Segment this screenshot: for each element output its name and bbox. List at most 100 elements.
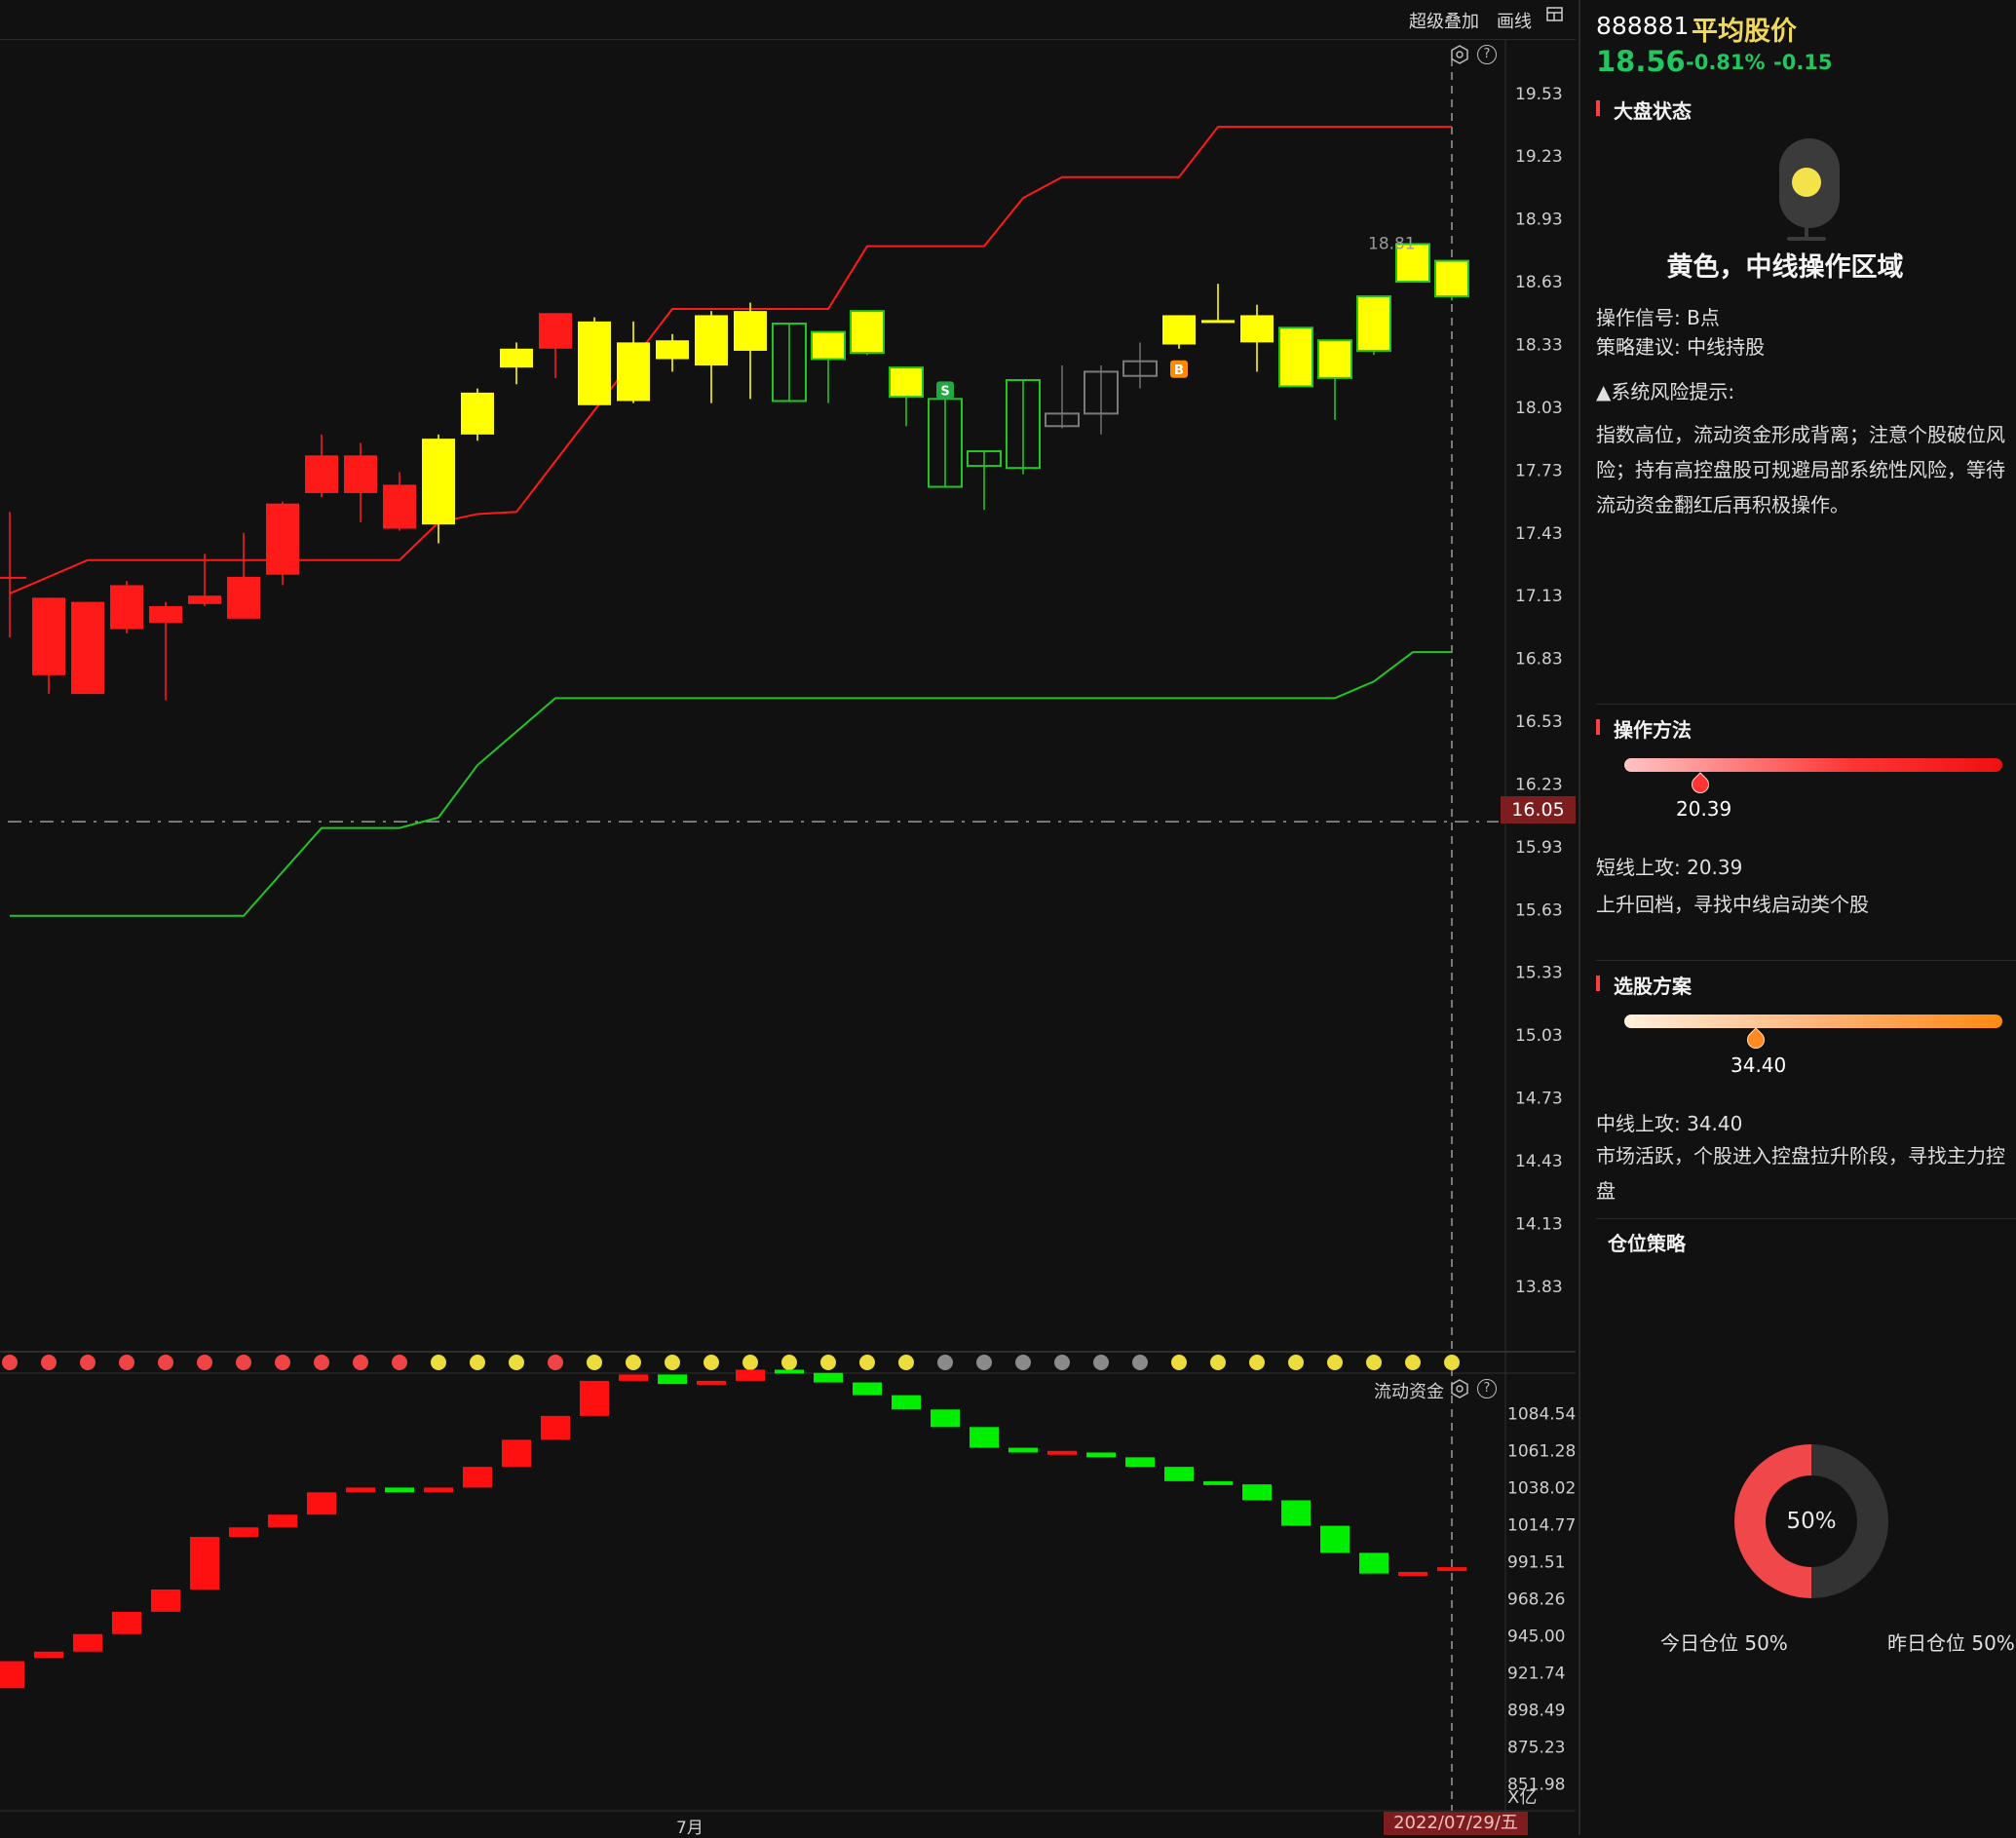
- signal-dot: [665, 1355, 680, 1370]
- price-tick-label: 17.43: [1515, 524, 1563, 544]
- candle-body: [71, 601, 104, 695]
- divider: [1596, 960, 2016, 961]
- signal-dot: [1132, 1355, 1148, 1370]
- candle-body: [656, 340, 689, 360]
- cursor-date-badge: 2022/07/29/五: [1384, 1812, 1528, 1835]
- flow-bar: [424, 1487, 453, 1493]
- yesterday-position: 昨日仓位 50%: [1887, 1631, 2015, 1655]
- risk-text: 指数高位，流动资金形成背离；注意个股破位风 险；持有高控盘股可规避局部系统性风险…: [1596, 417, 2016, 522]
- index-change: -0.15: [1773, 51, 1833, 74]
- candle-body: [383, 484, 416, 529]
- flow-tick-label: 1061.28: [1507, 1441, 1576, 1461]
- signal-dot: [704, 1355, 719, 1370]
- flow-bar: [853, 1382, 882, 1396]
- candle-body: [305, 455, 338, 493]
- flow-bar: [463, 1467, 492, 1488]
- flow-bar: [775, 1369, 804, 1374]
- selection-line: 市场活跃，个股进入控盘拉升阶段，寻找主力控: [1596, 1144, 2005, 1168]
- candle-body: [1162, 315, 1196, 345]
- signal-dot: [1288, 1355, 1304, 1370]
- flow-bar: [1437, 1567, 1466, 1572]
- overlay-button[interactable]: 超级叠加: [1409, 8, 1479, 33]
- signal-dot: [1366, 1355, 1382, 1370]
- flow-unit-label: X亿: [1507, 1787, 1537, 1808]
- method-advice: 上升回档，寻找中线启动类个股: [1596, 893, 1869, 916]
- selection-line: 盘: [1596, 1179, 1616, 1203]
- signal-dot: [587, 1355, 602, 1370]
- signal-dot: [859, 1355, 875, 1370]
- flow-bar: [1203, 1480, 1233, 1485]
- flow-bar: [736, 1369, 765, 1381]
- operation-signal: 操作信号: B点: [1596, 306, 1720, 329]
- support-line: [10, 651, 1452, 917]
- signal-dot: [1444, 1355, 1460, 1370]
- today-position: 今日仓位 50%: [1660, 1631, 1788, 1655]
- flow-tick-label: 1014.77: [1507, 1515, 1576, 1535]
- candle-body: [578, 321, 611, 405]
- price-tick-label: 18.63: [1515, 273, 1563, 292]
- price-tick-label: 16.23: [1515, 775, 1563, 794]
- price-tick-label: 16.53: [1515, 712, 1563, 732]
- signal-dot: [781, 1355, 797, 1370]
- buy-signal-label: B: [1174, 364, 1184, 378]
- method-title-text: 操作方法: [1614, 718, 1692, 742]
- candle-body: [110, 585, 143, 630]
- market-status: 黄色，中线操作区域: [1666, 252, 1904, 283]
- signal-dot: [392, 1355, 407, 1370]
- flow-bar: [190, 1537, 219, 1589]
- gauge-value: 20.39: [1676, 797, 1732, 821]
- short-term-gauge: [1624, 758, 2002, 772]
- price-tick-label: 15.93: [1515, 838, 1563, 858]
- gauge-pointer-icon: [1688, 772, 1713, 797]
- candle-body: [266, 503, 299, 575]
- flow-tick-label: 1038.02: [1507, 1478, 1576, 1498]
- signal-lamp-light: [1792, 168, 1821, 197]
- candle-body: [227, 576, 260, 619]
- risk-line: 险；持有高控盘股可规避局部系统性风险，等待: [1596, 458, 2005, 481]
- market-state-title-text: 大盘状态: [1614, 99, 1692, 123]
- flow-bar: [34, 1651, 63, 1659]
- flow-bar: [502, 1439, 531, 1468]
- section-marker: [1596, 100, 1600, 116]
- signal-dot: [626, 1355, 641, 1370]
- candle-body: [1356, 295, 1391, 352]
- flow-bar: [112, 1611, 141, 1634]
- mid-term-gauge: [1624, 1015, 2002, 1028]
- signal-dot: [1405, 1355, 1421, 1370]
- signal-dot: [431, 1355, 446, 1370]
- signal-dot: [275, 1355, 290, 1370]
- price-tick-label: 14.13: [1515, 1214, 1563, 1234]
- candle-body: [422, 439, 455, 525]
- flow-bar: [1008, 1447, 1038, 1453]
- current-price-badge: 16.05: [1501, 796, 1576, 823]
- signal-dot: [1093, 1355, 1109, 1370]
- price-tick-label: 18.03: [1515, 399, 1563, 418]
- grid-icon[interactable]: [1546, 6, 1564, 28]
- signal-dot: [470, 1355, 485, 1370]
- price-tick-label: 13.83: [1515, 1278, 1563, 1297]
- high-price-label: 18.81: [1368, 234, 1416, 253]
- flow-bar: [1398, 1572, 1427, 1577]
- flow-bar: [1281, 1500, 1311, 1526]
- main-chart[interactable]: 19.53 19.23 18.93 18.63 18.33 18.03 17.73 17.43…: [0, 0, 1579, 1835]
- flow-bar: [541, 1415, 570, 1440]
- candle-body: [344, 455, 377, 493]
- candle-body: [461, 392, 494, 435]
- draw-line-button[interactable]: 画线: [1497, 8, 1532, 33]
- signal-dot: [976, 1355, 992, 1370]
- method-title: 操作方法: [1596, 714, 1692, 743]
- flow-bar: [580, 1380, 609, 1416]
- candle-body: [149, 605, 182, 624]
- flow-tick-label: 1084.54: [1507, 1404, 1576, 1424]
- flow-bar: [73, 1633, 102, 1652]
- candle-body: [188, 595, 221, 604]
- hexagon-settings-icon[interactable]: [1450, 45, 1469, 68]
- sub-hexagon-icon[interactable]: [1450, 1379, 1469, 1402]
- help-icon[interactable]: ?: [1477, 45, 1497, 64]
- candle-body: [1278, 326, 1313, 388]
- flow-bar: [1086, 1452, 1116, 1458]
- short-term-target: 短线上攻: 20.39: [1596, 856, 1743, 879]
- candle-body: [0, 576, 26, 579]
- sub-help-icon[interactable]: ?: [1477, 1379, 1497, 1398]
- flow-bar: [229, 1527, 258, 1538]
